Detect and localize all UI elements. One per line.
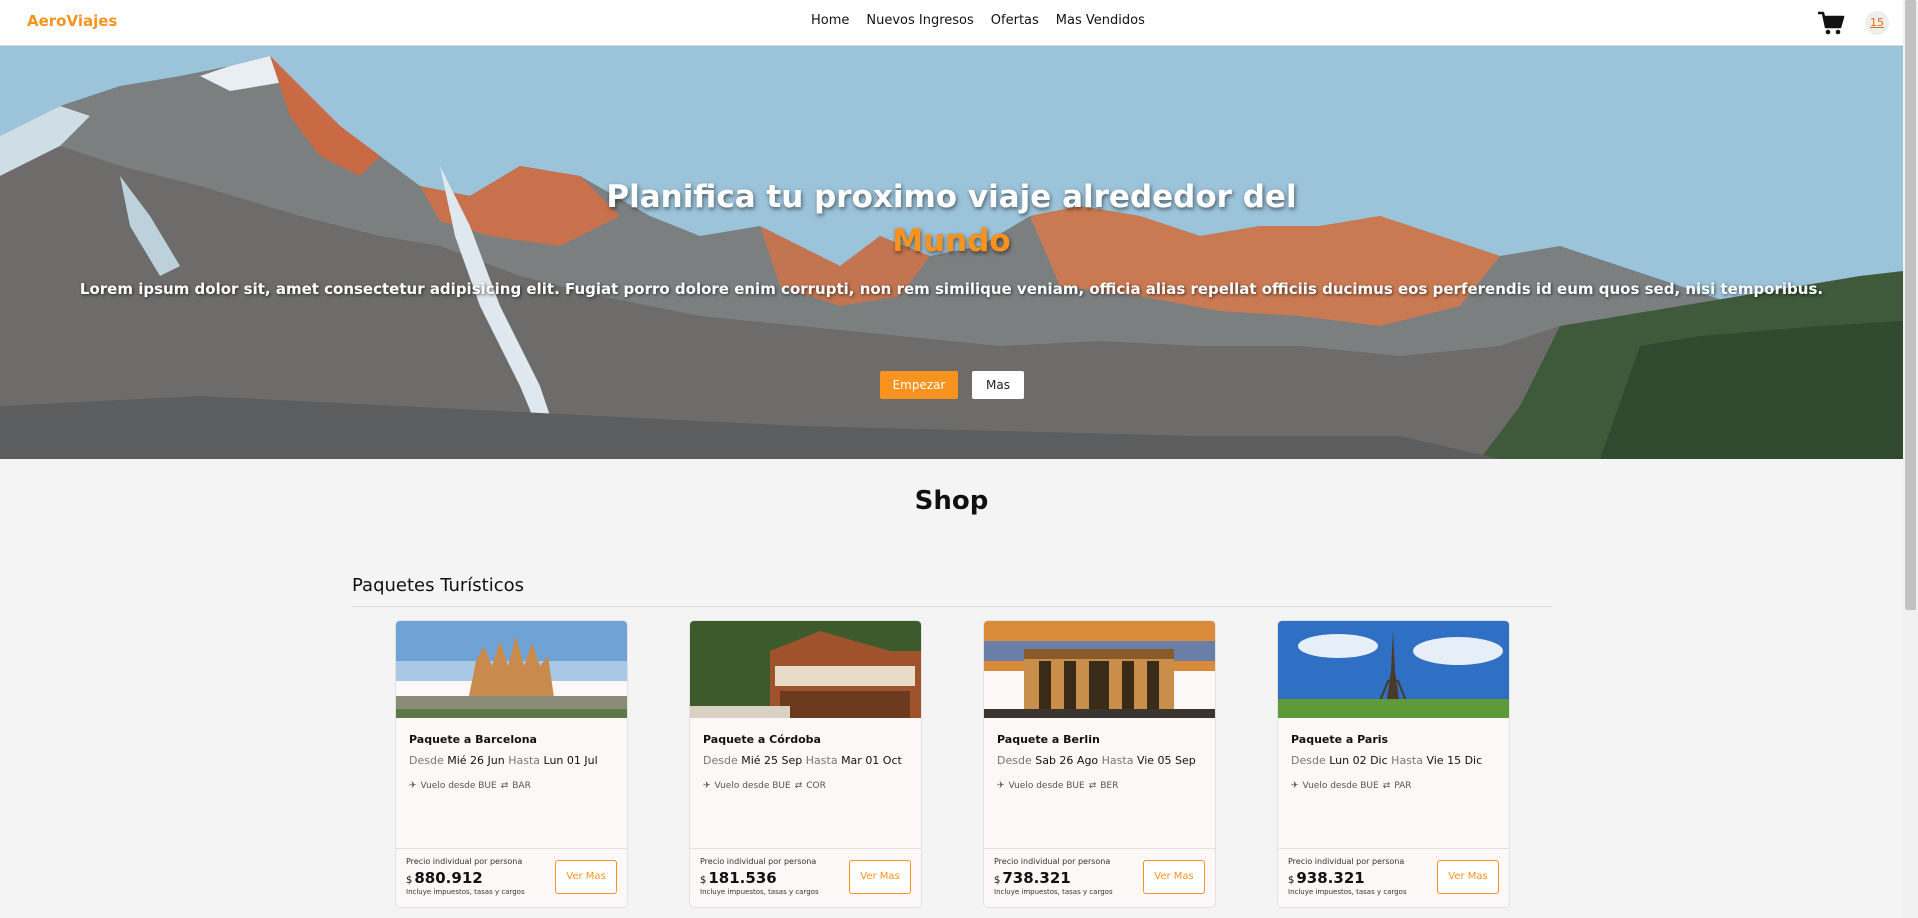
price-value: 181.536 <box>708 869 777 887</box>
card-dates: Desde Mié 26 Jun Hasta Lun 01 Jul <box>409 754 598 767</box>
airplane-icon: ✈ <box>409 781 417 791</box>
round-trip-icon: ⇄ <box>500 781 509 791</box>
top-navbar: AeroViajes Home Nuevos Ingresos Ofertas … <box>0 0 1903 46</box>
package-card: Paquete a Córdoba Desde Mié 25 Sep Hasta… <box>689 620 922 908</box>
currency-symbol: $ <box>406 875 413 886</box>
package-card: Paquete a Paris Desde Lun 02 Dic Hasta V… <box>1277 620 1510 908</box>
currency-symbol: $ <box>994 875 1001 886</box>
cordoba-image <box>690 621 921 718</box>
hero-title: Planifica tu proximo viaje alrededor del <box>606 179 1297 215</box>
date-from: Mié 25 Sep <box>741 754 803 767</box>
cart-icon[interactable] <box>1817 10 1845 36</box>
price-note: Incluye impuestos, tasas y cargos <box>1288 888 1407 896</box>
date-from: Mié 26 Jun <box>447 754 505 767</box>
nav-link-mas-vendidos[interactable]: Mas Vendidos <box>1056 13 1145 28</box>
card-title: Paquete a Córdoba <box>703 733 821 746</box>
card-dates: Desde Mié 25 Sep Hasta Mar 01 Oct <box>703 754 902 767</box>
section-title: Paquetes Turísticos <box>352 575 525 596</box>
date-from: Lun 02 Dic <box>1329 754 1388 767</box>
airplane-icon: ✈ <box>703 781 711 791</box>
flight-destination: PAR <box>1394 781 1412 791</box>
date-to: Mar 01 Oct <box>841 754 902 767</box>
nav-links: Home Nuevos Ingresos Ofertas Mas Vendido… <box>811 13 1145 28</box>
nav-link-home[interactable]: Home <box>811 13 849 28</box>
currency-symbol: $ <box>700 875 707 886</box>
desde-label: Desde <box>997 754 1032 767</box>
currency-symbol: $ <box>1288 875 1295 886</box>
cart-count-badge[interactable]: 15 <box>1865 11 1889 35</box>
empezar-button[interactable]: Empezar <box>880 371 958 399</box>
card-divider <box>1278 848 1509 849</box>
card-title: Paquete a Paris <box>1291 733 1389 746</box>
price-label: Precio individual por persona <box>994 857 1111 866</box>
flight-origin: Vuelo desde BUE <box>1302 781 1379 791</box>
price-value: 880.912 <box>414 869 483 887</box>
nav-link-ofertas[interactable]: Ofertas <box>991 13 1039 28</box>
airplane-icon: ✈ <box>1291 781 1299 791</box>
card-divider <box>396 848 627 849</box>
flight-info: ✈ Vuelo desde BUE ⇄ BAR <box>409 781 531 791</box>
price-label: Precio individual por persona <box>406 857 523 866</box>
package-card: Paquete a Berlin Desde Sab 26 Ago Hasta … <box>983 620 1216 908</box>
hero-banner: Planifica tu proximo viaje alrededor del… <box>0 46 1903 459</box>
card-dates: Desde Sab 26 Ago Hasta Vie 05 Sep <box>997 754 1196 767</box>
brand-logo[interactable]: AeroViajes <box>27 12 117 30</box>
shop-title: Shop <box>914 486 989 516</box>
package-card: Paquete a Barcelona Desde Mié 26 Jun Has… <box>395 620 628 908</box>
date-to: Lun 01 Jul <box>543 754 598 767</box>
price-label: Precio individual por persona <box>1288 857 1405 866</box>
price-note: Incluye impuestos, tasas y cargos <box>994 888 1113 896</box>
card-divider <box>984 848 1215 849</box>
price-note: Incluye impuestos, tasas y cargos <box>700 888 819 896</box>
hasta-label: Hasta <box>1101 754 1134 767</box>
card-divider <box>690 848 921 849</box>
section-divider <box>352 606 1552 607</box>
price: $181.536 <box>700 869 777 887</box>
round-trip-icon: ⇄ <box>794 781 803 791</box>
ver-mas-button[interactable]: Ver Mas <box>1437 860 1499 894</box>
flight-info: ✈ Vuelo desde BUE ⇄ COR <box>703 781 826 791</box>
flight-destination: BAR <box>512 781 531 791</box>
page-scrollbar-thumb[interactable] <box>1905 0 1916 610</box>
round-trip-icon: ⇄ <box>1382 781 1391 791</box>
flight-origin: Vuelo desde BUE <box>1008 781 1085 791</box>
price: $738.321 <box>994 869 1071 887</box>
date-from: Sab 26 Ago <box>1035 754 1099 767</box>
price: $880.912 <box>406 869 483 887</box>
round-trip-icon: ⇄ <box>1088 781 1097 791</box>
nav-link-nuevos-ingresos[interactable]: Nuevos Ingresos <box>866 13 973 28</box>
flight-origin: Vuelo desde BUE <box>714 781 791 791</box>
ver-mas-button[interactable]: Ver Mas <box>849 860 911 894</box>
hasta-label: Hasta <box>805 754 838 767</box>
flight-destination: BER <box>1100 781 1119 791</box>
desde-label: Desde <box>1291 754 1326 767</box>
barcelona-image <box>396 621 627 718</box>
price: $938.321 <box>1288 869 1365 887</box>
flight-origin: Vuelo desde BUE <box>420 781 497 791</box>
flight-info: ✈ Vuelo desde BUE ⇄ PAR <box>1291 781 1412 791</box>
airplane-icon: ✈ <box>997 781 1005 791</box>
ver-mas-button[interactable]: Ver Mas <box>555 860 617 894</box>
hero-title-highlight: Mundo <box>892 223 1011 259</box>
hero-description: Lorem ipsum dolor sit, amet consectetur … <box>79 280 1824 298</box>
price-value: 938.321 <box>1296 869 1365 887</box>
price-label: Precio individual por persona <box>700 857 817 866</box>
ver-mas-button[interactable]: Ver Mas <box>1143 860 1205 894</box>
card-dates: Desde Lun 02 Dic Hasta Vie 15 Dic <box>1291 754 1482 767</box>
hasta-label: Hasta <box>1391 754 1423 767</box>
mas-button[interactable]: Mas <box>972 371 1024 399</box>
card-title: Paquete a Barcelona <box>409 733 537 746</box>
flight-info: ✈ Vuelo desde BUE ⇄ BER <box>997 781 1118 791</box>
flight-destination: COR <box>806 781 826 791</box>
date-to: Vie 15 Dic <box>1426 754 1483 767</box>
price-note: Incluye impuestos, tasas y cargos <box>406 888 525 896</box>
paris-image <box>1278 621 1509 718</box>
card-title: Paquete a Berlin <box>997 733 1100 746</box>
price-value: 738.321 <box>1002 869 1071 887</box>
hasta-label: Hasta <box>508 754 541 767</box>
desde-label: Desde <box>703 754 738 767</box>
berlin-image <box>984 621 1215 718</box>
date-to: Vie 05 Sep <box>1136 754 1196 767</box>
desde-label: Desde <box>409 754 444 767</box>
